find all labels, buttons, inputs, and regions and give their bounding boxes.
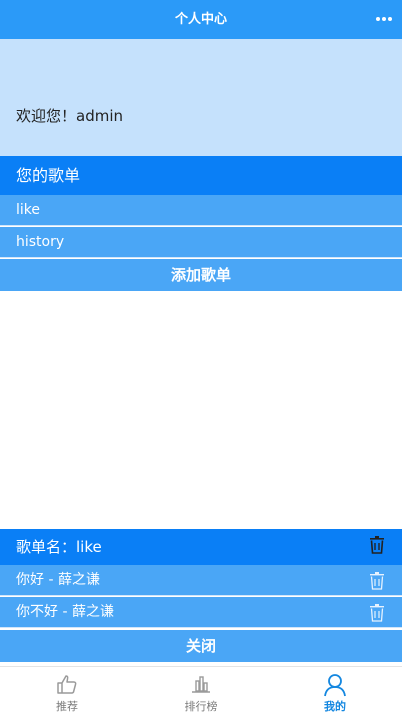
user-icon	[324, 674, 346, 697]
song-row[interactable]: 你好 - 薛之谦	[0, 565, 402, 596]
tab-label: 我的	[324, 700, 346, 713]
playlist-item-like[interactable]: like	[0, 195, 402, 226]
page-title: 个人中心	[174, 12, 227, 27]
playlists-heading: 您的歌单	[0, 156, 402, 195]
thumbs-up-icon	[57, 675, 77, 694]
tab-recommend[interactable]: 推荐	[0, 667, 134, 715]
tab-mine[interactable]: 我的	[268, 667, 402, 715]
song-row[interactable]: 你不好 - 薛之谦	[0, 597, 402, 628]
trash-icon[interactable]	[369, 536, 385, 554]
trash-icon[interactable]	[369, 604, 385, 622]
trash-icon[interactable]	[369, 572, 385, 590]
close-button[interactable]: 关闭	[0, 630, 402, 662]
top-bar: 个人中心	[0, 0, 402, 39]
tab-ranking[interactable]: 排行榜	[134, 667, 268, 715]
tab-label: 排行榜	[184, 700, 218, 713]
welcome-text: 欢迎您！admin	[16, 107, 123, 125]
song-title: 你好 - 薛之谦	[16, 572, 100, 588]
add-playlist-button[interactable]: 添加歌单	[0, 259, 402, 291]
playlist-item-history[interactable]: history	[0, 227, 402, 258]
tab-label: 推荐	[56, 700, 78, 713]
playlist-name-label: 歌单名：like	[16, 538, 102, 556]
playlist-panel-title: 歌单名：like	[0, 529, 402, 565]
welcome-banner: 欢迎您！admin	[0, 39, 402, 156]
more-icon[interactable]	[376, 17, 392, 23]
tab-bar: 推荐 排行榜 我的	[0, 666, 402, 715]
bar-chart-icon	[192, 676, 210, 693]
song-title: 你不好 - 薛之谦	[16, 604, 114, 620]
